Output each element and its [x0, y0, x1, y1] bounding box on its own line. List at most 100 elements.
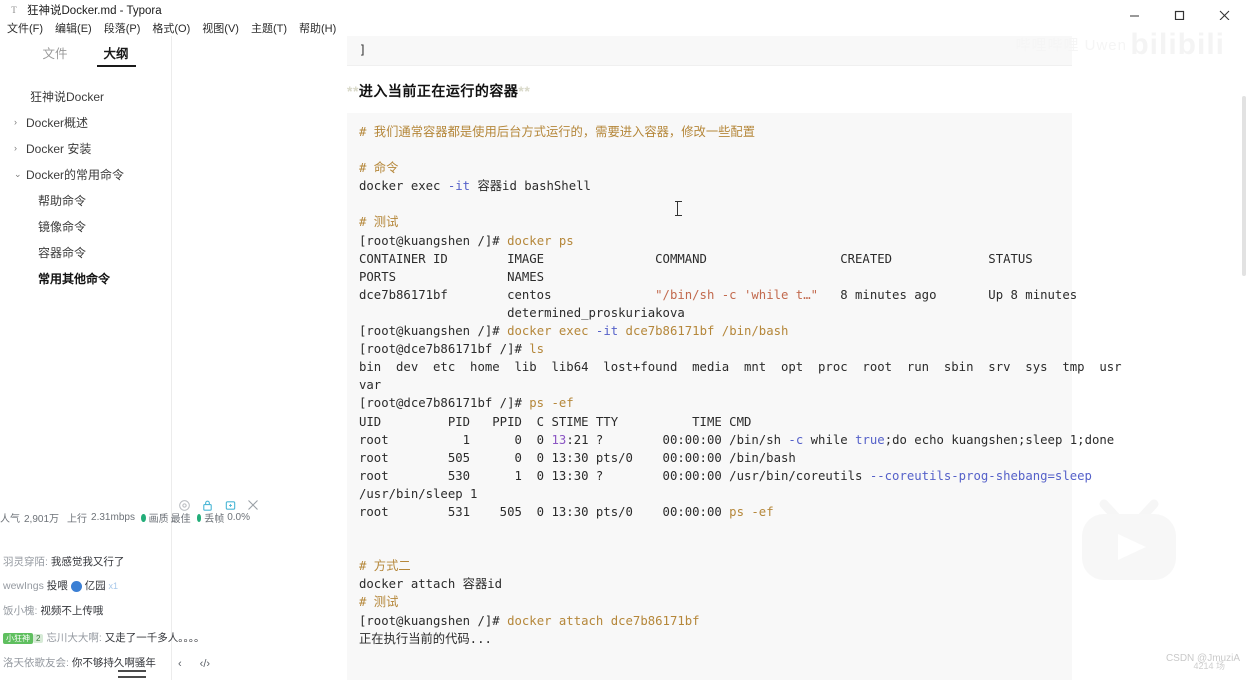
code-line: dce7b86171bf centos "/bin/sh -c 'while t…: [359, 286, 1077, 304]
code-token: ps -ef: [529, 396, 574, 411]
tab-files[interactable]: 文件: [42, 43, 67, 67]
drag-handle[interactable]: [118, 670, 146, 678]
chevron-right-icon[interactable]: ›: [14, 117, 26, 127]
code-line: docker exec -it 容器id bashShell: [359, 177, 1072, 195]
popularity-label: 人气: [0, 514, 20, 525]
outline-item-7[interactable]: 常用其他命令: [14, 265, 171, 291]
code-line: # 测试: [359, 593, 1072, 611]
code-token: [root@dce7b86171bf /]#: [359, 396, 530, 411]
code-block[interactable]: # 我们通常容器都是使用后台方式运行的，需要进入容器，修改一些配置​# 命令do…: [347, 113, 1122, 680]
code-token: # 方式二: [359, 559, 411, 574]
code-token: [root@kuangshen /]#: [359, 324, 508, 339]
code-line: var: [359, 376, 1072, 394]
code-token: ps -ef: [729, 504, 774, 519]
upload-value: 2.31mbps: [91, 512, 135, 523]
outline-item-label: 帮助命令: [38, 193, 87, 208]
code-token: root 530 1 0 13:30 ? 00:00:00 /usr/bin/c…: [359, 468, 870, 483]
code-line: ​: [359, 648, 1072, 666]
code-line: CONTAINER ID IMAGE COMMAND CREATED STATU…: [359, 250, 1072, 268]
outline-item-2[interactable]: › Docker 安装: [14, 135, 171, 161]
danmaku-item: 饭小槐: 视频不上传哦: [3, 603, 171, 618]
outline-list: 狂神说Docker › Docker概述 › Docker 安装 ⌄ Docke…: [0, 83, 171, 291]
code-token: determined_proskuriakova: [359, 305, 685, 320]
menu-item-edit[interactable]: 编辑(E): [55, 20, 92, 36]
outline-item-label: Docker概述: [26, 115, 89, 130]
code-token: 容器id bashShell: [470, 179, 591, 194]
danmaku-message: 我感觉我又行了: [50, 556, 125, 568]
code-token: docker exec: [359, 179, 448, 194]
code-token: docker exec: [507, 324, 596, 339]
chevron-right-icon[interactable]: ›: [14, 143, 26, 153]
danmaku-message: 你不够持久啊骚年: [71, 657, 156, 669]
code-token: docker attach 容器id: [359, 577, 503, 592]
code-token: docker ps: [507, 233, 574, 248]
danmaku-gift-count: x1: [108, 581, 119, 591]
code-line: ​: [359, 539, 1072, 557]
code-toggle-icon[interactable]: ‹/›: [200, 658, 210, 670]
danmaku-message: 视频不上传哦: [40, 605, 104, 617]
code-token: root 505 0 0 13:30 pts/0 00:00:00 /bin/b…: [359, 450, 796, 465]
code-token: UID PID PPID C STIME TTY TIME CMD: [359, 414, 752, 429]
outline-item-label: 容器命令: [38, 245, 87, 260]
window-title: 狂神说Docker.md - Typora: [27, 5, 162, 17]
code-line: bin dev etc home lib lib64 lost+found me…: [359, 358, 1122, 376]
bilibili-tv-icon: [1070, 490, 1188, 590]
popularity-value: 2,901万: [24, 514, 60, 525]
danmaku-message: 投喂: [46, 580, 68, 592]
code-line: docker attach 容器id: [359, 575, 1072, 593]
code-line: # 命令: [359, 159, 1072, 177]
menu-item-view[interactable]: 视图(V): [202, 20, 239, 36]
document-body: ] **进入当前正在运行的容器** # 我们通常容器都是使用后台方式运行的，需要…: [347, 36, 1122, 680]
code-token: docker attach dce7b86171bf: [507, 613, 700, 628]
code-token: 13: [551, 432, 567, 447]
chevron-down-icon[interactable]: ⌄: [14, 169, 26, 180]
code-token: /usr/bin/sleep 1: [359, 486, 478, 501]
code-line: [root@dce7b86171bf /]# ls: [359, 340, 1072, 358]
outline-item-3[interactable]: ⌄ Docker的常用命令: [14, 161, 171, 187]
code-line: ​: [359, 521, 1072, 539]
menu-item-format[interactable]: 格式(O): [152, 20, 190, 36]
menu-item-paragraph[interactable]: 段落(P): [104, 20, 141, 36]
live-stream-overlay: 人气 2,901万 上行 2.31mbps 画质 最佳 丢帧 0.0% 羽灵穿陌…: [0, 494, 260, 680]
scrollbar-thumb[interactable]: [1242, 96, 1246, 276]
outline-item-6[interactable]: 容器命令: [14, 239, 171, 265]
menu-item-file[interactable]: 文件(F): [7, 20, 43, 36]
drop-value: 0.0%: [227, 512, 250, 523]
outline-item-1[interactable]: › Docker概述: [14, 109, 171, 135]
code-token: "/bin/sh -c 'while t…": [655, 287, 819, 302]
code-token: :21 ? 00:00:00 /bin/sh: [566, 432, 789, 447]
drop-status-dot: [196, 513, 202, 522]
menu-item-theme[interactable]: 主题(T): [251, 20, 287, 36]
live-stats-bar: 人气 2,901万 上行 2.31mbps 画质 最佳 丢帧 0.0%: [0, 510, 250, 525]
outline-item-4[interactable]: 帮助命令: [14, 187, 171, 213]
code-token: --coreutils-prog-shebang=sleep: [869, 468, 1092, 483]
outline-item-label: 狂神说Docker: [30, 89, 105, 104]
code-token: [root@kuangshen /]#: [359, 233, 508, 248]
quality-value: 最佳: [170, 514, 191, 525]
code-token: [root@dce7b86171bf /]#: [359, 342, 530, 357]
outline-item-5[interactable]: 镜像命令: [14, 213, 171, 239]
code-token: ;do echo kuangshen;sleep 1;done: [884, 432, 1115, 447]
outline-item-label: 镜像命令: [38, 219, 87, 234]
code-line: 正在执行当前的代码...: [359, 630, 1072, 648]
scrollbar-track[interactable]: [1241, 36, 1247, 680]
fan-badge: 小狂神: [3, 632, 33, 644]
code-token: # 测试: [359, 595, 399, 610]
code-token: dce7b86171bf /bin/bash: [618, 324, 789, 339]
code-line: PORTS NAMES: [359, 268, 1072, 286]
sidebar-tabs: 文件 大纲: [0, 36, 171, 67]
code-line: # 方式二: [359, 557, 1072, 575]
danmaku-item: 小狂神 2 忘川大大啊: 又走了一千多人。。。。: [3, 630, 204, 645]
app-icon: T: [11, 5, 17, 15]
collapse-left-icon[interactable]: ‹: [178, 658, 182, 670]
tab-outline[interactable]: 大纲: [96, 43, 136, 67]
title-bar: T 狂神说Docker.md - Typora: [0, 0, 1247, 20]
danmaku-message: 又走了一千多人。。。。: [104, 632, 205, 644]
code-line: ​: [359, 141, 1072, 159]
outline-item-0[interactable]: 狂神说Docker: [14, 83, 171, 109]
markdown-asterisks-open: **: [347, 83, 359, 99]
bilibili-text-watermark: bilibili: [1130, 28, 1225, 61]
menu-item-help[interactable]: 帮助(H): [299, 20, 336, 36]
danmaku-user: wewIngs: [3, 580, 44, 592]
code-line: # 我们通常容器都是使用后台方式运行的，需要进入容器，修改一些配置: [359, 123, 1072, 141]
